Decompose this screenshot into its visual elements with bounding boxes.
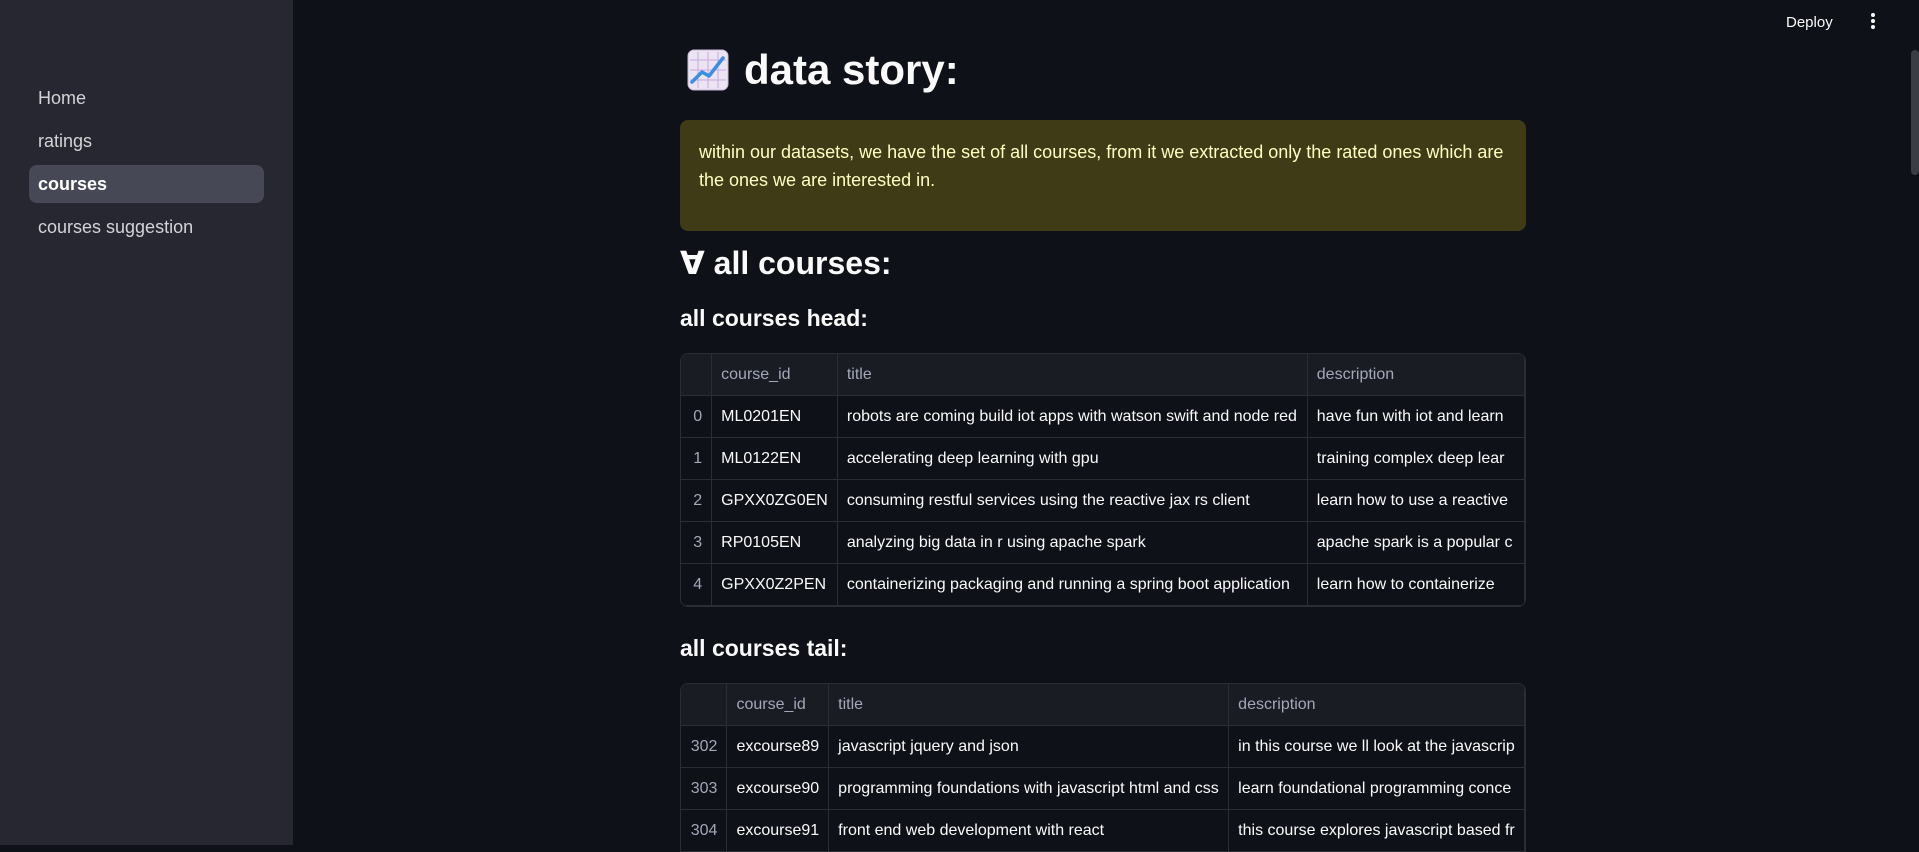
row-index: 304: [681, 809, 728, 852]
row-index: 303: [681, 767, 728, 810]
cell-course-id[interactable]: GPXX0Z2PEN: [711, 563, 838, 606]
table-row[interactable]: 4 GPXX0Z2PEN containerizing packaging an…: [681, 563, 1525, 606]
cell-description[interactable]: learn how to use a reactive: [1307, 479, 1525, 522]
row-index: 2: [681, 479, 713, 522]
cell-title[interactable]: programming foundations with javascript …: [828, 767, 1230, 810]
cell-title[interactable]: javascript jquery and json: [828, 725, 1230, 768]
cell-title[interactable]: robots are coming build iot apps with wa…: [837, 395, 1308, 438]
column-header-course-id[interactable]: course_id: [711, 354, 838, 396]
cell-course-id[interactable]: GPXX0ZG0EN: [711, 479, 838, 522]
tail-heading: all courses tail:: [680, 635, 848, 661]
cell-description[interactable]: learn how to containerize: [1307, 563, 1525, 606]
cell-title[interactable]: accelerating deep learning with gpu: [837, 437, 1308, 480]
sidebar-item-courses[interactable]: courses: [29, 165, 264, 203]
cell-title[interactable]: analyzing big data in r using apache spa…: [837, 521, 1308, 564]
info-callout: within our datasets, we have the set of …: [680, 120, 1526, 231]
table-row[interactable]: 304 excourse91 front end web development…: [681, 809, 1525, 852]
cell-title[interactable]: containerizing packaging and running a s…: [837, 563, 1308, 606]
cell-course-id[interactable]: excourse89: [726, 725, 830, 768]
head-heading: all courses head:: [680, 305, 868, 331]
tail-table[interactable]: course_id title description 302 excourse…: [680, 683, 1526, 852]
chart-increasing-icon: [687, 49, 729, 91]
sidebar-item-home[interactable]: Home: [29, 79, 264, 117]
page-title: data story:: [686, 46, 959, 94]
cell-description[interactable]: learn foundational programming conce: [1228, 767, 1525, 810]
row-index: 4: [681, 563, 713, 606]
column-header-title[interactable]: title: [828, 684, 1230, 726]
column-header-course-id[interactable]: course_id: [726, 684, 830, 726]
cell-course-id[interactable]: ML0122EN: [711, 437, 838, 480]
scrollbar[interactable]: [1911, 50, 1919, 175]
kebab-menu-icon[interactable]: [1866, 12, 1880, 32]
sidebar-item-ratings[interactable]: ratings: [29, 122, 264, 160]
row-index: 3: [681, 521, 713, 564]
all-courses-heading: ∀ all courses:: [680, 245, 892, 281]
page-title-text: data story:: [744, 46, 959, 93]
table-header-row: course_id title description: [681, 684, 1525, 726]
head-table[interactable]: course_id title description 0 ML0201EN r…: [680, 353, 1526, 607]
cell-course-id[interactable]: RP0105EN: [711, 521, 838, 564]
table-header-row: course_id title description: [681, 354, 1525, 396]
cell-description[interactable]: have fun with iot and learn: [1307, 395, 1525, 438]
table-row[interactable]: 3 RP0105EN analyzing big data in r using…: [681, 521, 1525, 564]
cell-course-id[interactable]: ML0201EN: [711, 395, 838, 438]
column-header-title[interactable]: title: [837, 354, 1308, 396]
cell-course-id[interactable]: excourse90: [726, 767, 830, 810]
cell-description[interactable]: this course explores javascript based fr: [1228, 809, 1525, 852]
cell-description[interactable]: apache spark is a popular c: [1307, 521, 1525, 564]
cell-description[interactable]: training complex deep lear: [1307, 437, 1525, 480]
sidebar-item-courses-suggestion[interactable]: courses suggestion: [29, 208, 264, 246]
sidebar: Home ratings courses courses suggestion: [0, 0, 293, 845]
table-row[interactable]: 302 excourse89 javascript jquery and jso…: [681, 725, 1525, 768]
column-header-index[interactable]: [681, 684, 728, 726]
table-row[interactable]: 303 excourse90 programming foundations w…: [681, 767, 1525, 810]
table-row[interactable]: 1 ML0122EN accelerating deep learning wi…: [681, 437, 1525, 480]
table-row[interactable]: 0 ML0201EN robots are coming build iot a…: [681, 395, 1525, 438]
column-header-index[interactable]: [681, 354, 713, 396]
cell-description[interactable]: in this course we ll look at the javascr…: [1228, 725, 1525, 768]
row-index: 0: [681, 395, 713, 438]
cell-title[interactable]: consuming restful services using the rea…: [837, 479, 1308, 522]
sidebar-nav: Home ratings courses courses suggestion: [29, 79, 264, 251]
cell-course-id[interactable]: excourse91: [726, 809, 830, 852]
deploy-button[interactable]: Deploy: [1780, 11, 1839, 34]
table-row[interactable]: 2 GPXX0ZG0EN consuming restful services …: [681, 479, 1525, 522]
column-header-description[interactable]: description: [1228, 684, 1525, 726]
cell-title[interactable]: front end web development with react: [828, 809, 1230, 852]
row-index: 1: [681, 437, 713, 480]
column-header-description[interactable]: description: [1307, 354, 1525, 396]
row-index: 302: [681, 725, 728, 768]
